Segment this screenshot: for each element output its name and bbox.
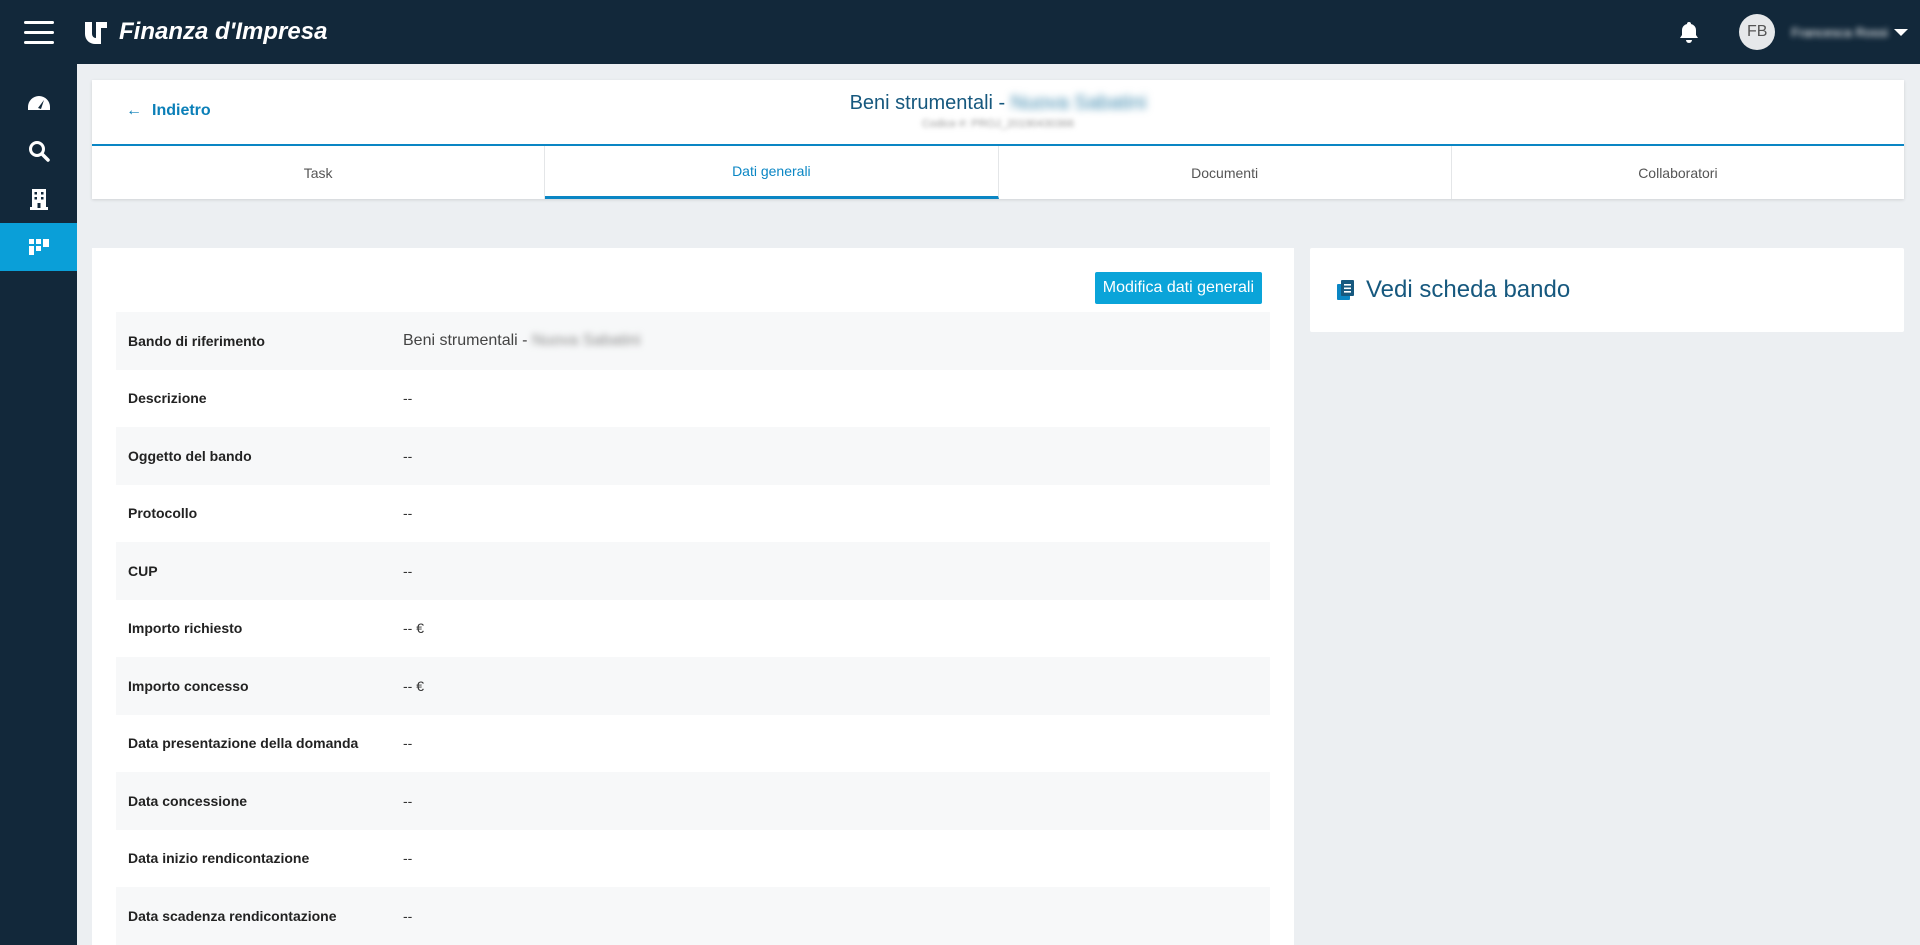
tab-dati-generali[interactable]: Dati generali [545,146,999,199]
row-value-text: Beni strumentali - [403,331,532,349]
table-row: Data inizio rendicontazione -- [116,830,1270,888]
row-label: Importo richiesto [128,620,243,637]
row-label: Data scadenza rendicontazione [128,907,337,924]
chevron-down-icon[interactable] [1894,28,1908,36]
table-row: Data presentazione della domanda -- [116,715,1270,773]
row-value: -- [403,907,413,924]
app-title: Finanza d'Impresa [119,18,328,45]
row-value: -- € [403,620,424,637]
view-call-label: Vedi scheda bando [1366,276,1571,303]
row-value: -- [403,792,413,809]
bell-icon[interactable] [1677,20,1701,44]
row-label: Bando di riferimento [128,332,265,349]
top-bar: Finanza d'Impresa FB Francesca Rossi [0,0,1920,64]
project-header: ← Indietro Beni strumentali - Nuova Saba… [92,80,1904,199]
table-row: Data scadenza rendicontazione -- [116,887,1270,945]
tab-collaboratori[interactable]: Collaboratori [1452,146,1904,199]
row-label: Protocollo [128,505,198,522]
table-row: Protocollo -- [116,485,1270,543]
row-label: Descrizione [128,390,207,407]
row-label: CUP [128,562,158,579]
tab-task[interactable]: Task [92,146,546,199]
row-label: Importo concesso [128,677,249,694]
page-title-blurred: Nuova Sabatini [1010,92,1147,114]
row-label: Data presentazione della domanda [128,735,359,752]
general-data-card: Modifica dati generali Bando di riferime… [92,248,1294,945]
view-call-card[interactable]: Vedi scheda bando [1310,248,1904,332]
tab-documenti[interactable]: Documenti [999,146,1452,199]
table-row: CUP -- [116,542,1270,600]
sidebar-item-projects[interactable] [0,223,77,271]
clipboard-icon [1336,279,1356,301]
row-value: -- [403,447,413,464]
sidebar [0,64,77,945]
edit-general-data-button[interactable]: Modifica dati generali [1094,272,1262,304]
row-value: Beni strumentali - Nuova Sabatini [403,332,640,350]
row-value: -- [403,850,413,867]
search-icon [28,141,50,162]
menu-icon[interactable] [0,0,77,64]
avatar[interactable]: FB [1739,14,1776,50]
row-value: -- € [403,677,424,694]
user-name[interactable]: Francesca Rossi [1791,25,1888,40]
row-value: -- [403,390,413,407]
row-label: Oggetto del bando [128,447,252,464]
row-label: Data inizio rendicontazione [128,850,310,867]
row-value: -- [403,505,413,522]
page-subtitle: Codice #: PROJ_20190430366 [921,118,1075,130]
table-row: Bando di riferimento Beni strumentali - … [116,312,1270,370]
row-value-blurred: Nuova Sabatini [531,331,641,349]
table-row: Importo richiesto -- € [116,600,1270,658]
sidebar-item-companies[interactable] [0,175,77,223]
brand-logo-icon [81,17,111,47]
dashboard-icon [27,96,50,110]
projects-icon [28,239,49,255]
row-value: -- [403,735,413,752]
page-title-prefix: Beni strumentali - [849,92,1011,114]
building-icon [29,189,48,210]
table-row: Data concessione -- [116,772,1270,830]
table-row: Oggetto del bando -- [116,427,1270,485]
sidebar-item-search[interactable] [0,127,77,175]
table-row: Importo concesso -- € [116,657,1270,715]
tab-bar: Task Dati generali Documenti Collaborato… [92,144,1904,199]
row-label: Data concessione [128,792,248,809]
sidebar-item-dashboard[interactable] [0,79,77,127]
brand[interactable]: Finanza d'Impresa [81,17,327,47]
page-title: Beni strumentali - Nuova Sabatini [92,92,1904,115]
details-table: Bando di riferimento Beni strumentali - … [116,312,1270,945]
row-value: -- [403,562,413,579]
table-row: Descrizione -- [116,370,1270,428]
